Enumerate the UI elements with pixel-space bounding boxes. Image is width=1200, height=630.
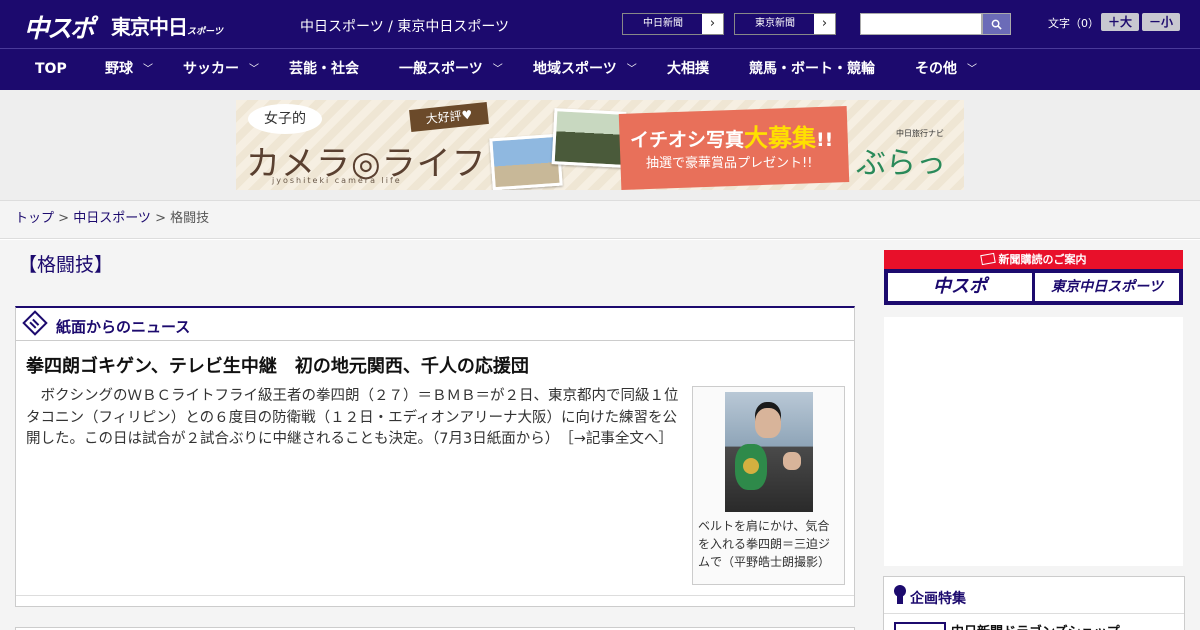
feature-divider [884, 613, 1184, 614]
tokyo-shimbun-button[interactable]: 東京新聞 › [734, 13, 836, 35]
breadcrumb-separator: > [54, 211, 74, 226]
page-title: 【格闘技】 [18, 254, 114, 276]
font-smaller-button[interactable]: －小 [1142, 13, 1180, 31]
news-panel-header: 紙面からのニュース [16, 308, 854, 341]
nav-label: 地域スポーツ [533, 61, 617, 77]
breadcrumb-current: 格闘技 [170, 211, 210, 226]
breadcrumb: トップ > 中日スポーツ > 格闘技 [0, 201, 1200, 239]
banner-exclaim: !! [816, 129, 834, 151]
search-input[interactable] [860, 13, 982, 35]
news-panel: 紙面からのニュース 拳四朗ゴキゲン、テレビ生中継 初の地元関西、千人の応援団 ボ… [15, 306, 855, 607]
read-full-article-link[interactable]: ［→記事全文へ］ [566, 431, 672, 447]
nav-label: その他 [915, 61, 957, 77]
nav-item-soccer[interactable]: サッカー ﹀ [183, 49, 259, 91]
chevron-down-icon: ﹀ [492, 64, 503, 75]
feature-title: 企画特集 [910, 591, 966, 607]
feature-section: 企画特集 中日新聞ドラゴンズショップ [883, 576, 1185, 630]
chevron-down-icon: ﹀ [967, 64, 977, 75]
subscription-label: 新聞購読のご案内 [884, 250, 1183, 269]
chevron-down-icon: ﹀ [143, 64, 153, 75]
banner-burattu-logo: ぶらっ人 [856, 146, 946, 181]
nav-label: 芸能・社会 [289, 61, 359, 77]
ribbon-icon-tail [897, 595, 903, 604]
nav-item-sumo[interactable]: 大相撲 [667, 49, 709, 91]
tokyo-shimbun-label: 東京新聞 [735, 14, 815, 34]
nav-label: 一般スポーツ [399, 61, 483, 77]
nav-label: TOP [35, 61, 67, 77]
nav-item-entertainment[interactable]: 芸能・社会 [289, 49, 359, 91]
banner-subtitle: jyoshiteki camera life [272, 176, 402, 185]
photo-figure-belt [735, 444, 767, 490]
chunichi-shimbun-button[interactable]: 中日新聞 › [622, 13, 724, 35]
article-photo[interactable] [725, 392, 813, 512]
feature-thumbnail[interactable] [894, 622, 946, 630]
subscription-banner[interactable]: 新聞購読のご案内 中スポ 東京中日スポーツ [884, 250, 1183, 305]
ticket-icon [979, 252, 996, 266]
banner-area: 女子的 大好評♥ カメラ◎ライフ jyoshiteki camera life … [0, 90, 1200, 201]
nav-item-top[interactable]: TOP [35, 49, 67, 91]
tokyo-logo-text: 東京中日 [111, 15, 188, 39]
nav-label: 大相撲 [667, 61, 709, 77]
site-title: 中日スポーツ / 東京中日スポーツ [300, 19, 510, 35]
photo-figure-head [755, 408, 781, 438]
breadcrumb-separator: > [150, 211, 171, 226]
banner-present-text: 抽選で豪華賞品プレゼント!! [646, 156, 813, 171]
article-headline[interactable]: 拳四朗ゴキゲン、テレビ生中継 初の地元関西、千人の応援団 [26, 352, 529, 378]
news-panel-title: 紙面からのニュース [56, 318, 191, 336]
banner-photo [551, 108, 627, 168]
search-icon [991, 19, 1002, 30]
article-photo-box: ベルトを肩にかけ、気合を入れる拳四朗＝三迫ジムで（平野皓士朗撮影） [692, 386, 845, 585]
main-nav: TOP 野球 ﹀ サッカー ﹀ 芸能・社会 一般スポーツ ﹀ 地域スポーツ ﹀ 大相撲 … [0, 48, 1200, 90]
search-button[interactable] [982, 13, 1011, 35]
banner-ichioshi: イチオシ写真 [630, 129, 745, 151]
breadcrumb-section-link[interactable]: 中日スポーツ [73, 211, 151, 226]
camera-life-banner[interactable]: 女子的 大好評♥ カメラ◎ライフ jyoshiteki camera life … [236, 100, 964, 190]
sidebar-ad-slot [884, 317, 1183, 566]
feature-item-link[interactable]: 中日新聞ドラゴンズショップ [951, 621, 1120, 630]
subscription-label-text: 新聞購読のご案内 [998, 253, 1087, 266]
nav-label: 野球 [105, 61, 133, 77]
nav-item-local-sports[interactable]: 地域スポーツ ﹀ [533, 49, 637, 91]
top-header: 中スポ 東京中日スポーツ 中日スポーツ / 東京中日スポーツ 中日新聞 › 東京… [0, 0, 1200, 48]
tokyo-chunichi-logo[interactable]: 東京中日スポーツ [111, 11, 223, 40]
nav-item-baseball[interactable]: 野球 ﹀ [105, 49, 153, 91]
nav-item-other[interactable]: その他 ﹀ [915, 49, 977, 91]
photo-figure-fist [783, 452, 801, 470]
ribbon-icon [894, 585, 906, 605]
tokyo-logo-small: スポーツ [187, 27, 223, 37]
nav-label: サッカー [183, 61, 239, 77]
breadcrumb-home-link[interactable]: トップ [15, 211, 54, 226]
font-size-label: 文字（0） [1048, 17, 1099, 30]
newspaper-icon [22, 310, 48, 336]
nav-label: 競馬・ボート・競輪 [749, 61, 875, 77]
chevron-right-icon: › [702, 14, 723, 34]
font-larger-button[interactable]: ＋大 [1101, 13, 1139, 31]
banner-daiboshu: 大募集 [744, 124, 817, 152]
photo-caption: ベルトを肩にかけ、気合を入れる拳四朗＝三迫ジムで（平野皓士朗撮影） [698, 519, 831, 569]
subscribe-chunichi-sports[interactable]: 中スポ [888, 273, 1032, 301]
chunichi-shimbun-label: 中日新聞 [623, 14, 703, 34]
banner-photos [489, 108, 627, 190]
nav-item-general-sports[interactable]: 一般スポーツ ﹀ [399, 49, 503, 91]
article-summary: ボクシングのＷＢＣライトフライ級王者の拳四朗（２７）＝ＢＭＢ＝が２日、東京都内で… [26, 386, 686, 451]
subscribe-tokyo-chunichi[interactable]: 東京中日スポーツ [1035, 273, 1179, 301]
panel-divider [16, 595, 854, 596]
chevron-down-icon: ﹀ [626, 64, 637, 75]
nav-item-racing[interactable]: 競馬・ボート・競輪 [749, 49, 875, 91]
chunichi-sports-logo[interactable]: 中スポ [24, 9, 95, 45]
banner-ichioshi-text: イチオシ写真大募集!! [630, 118, 833, 153]
banner-joshi-text: 女子的 [248, 104, 322, 134]
chevron-right-icon: › [814, 14, 835, 34]
chevron-down-icon: ﹀ [249, 64, 259, 75]
